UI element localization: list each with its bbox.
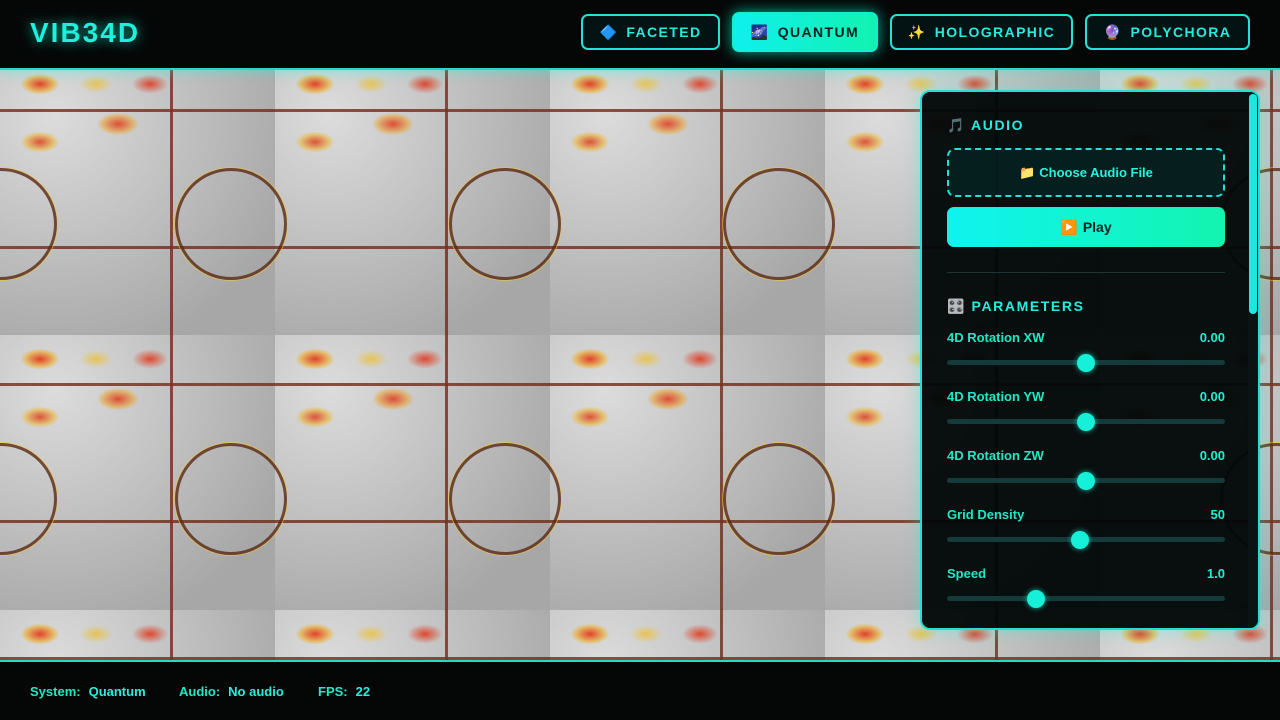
parameters-section-title: 🎛️ PARAMETERS bbox=[947, 298, 1085, 314]
tab-faceted[interactable]: 🔷 FACETED bbox=[581, 14, 720, 50]
param-rotation-xw: 4D Rotation XW 0.00 bbox=[947, 330, 1225, 380]
audio-section-title: 🎵 AUDIO bbox=[947, 117, 1025, 133]
param-grid-density: Grid Density 50 bbox=[947, 507, 1225, 557]
param-label: 4D Rotation XW bbox=[947, 330, 1045, 345]
tab-label: HOLOGRAPHIC bbox=[934, 24, 1056, 40]
lattice-ring bbox=[449, 168, 561, 280]
slider-thumb[interactable] bbox=[1026, 590, 1045, 608]
tab-quantum[interactable]: 🌌 QUANTUM bbox=[732, 12, 878, 52]
slider-thumb[interactable] bbox=[1077, 472, 1095, 490]
lattice-ring bbox=[723, 443, 835, 555]
control-knobs-icon: 🎛️ bbox=[947, 298, 967, 314]
lattice-ring bbox=[175, 168, 287, 280]
section-divider bbox=[947, 272, 1225, 273]
slider-thumb[interactable] bbox=[1077, 413, 1095, 431]
param-value: 0.00 bbox=[1199, 448, 1225, 463]
slider-track[interactable] bbox=[947, 596, 1225, 601]
param-rotation-zw: 4D Rotation ZW 0.00 bbox=[947, 448, 1225, 498]
lattice-ring bbox=[175, 443, 287, 555]
tab-label: QUANTUM bbox=[777, 24, 860, 40]
param-rotation-yw: 4D Rotation YW 0.00 bbox=[947, 389, 1225, 439]
play-button[interactable]: ▶️ Play bbox=[947, 207, 1225, 247]
crystal-ball-icon: 🔮 bbox=[1103, 23, 1123, 40]
param-value: 1.0 bbox=[1206, 566, 1225, 581]
tab-label: POLYCHORA bbox=[1130, 24, 1232, 40]
slider-thumb[interactable] bbox=[1071, 531, 1090, 549]
status-system: System: Quantum bbox=[30, 684, 146, 699]
galaxy-icon: 🌌 bbox=[750, 23, 770, 40]
tab-holographic[interactable]: ✨ HOLOGRAPHIC bbox=[890, 14, 1073, 50]
control-panel: 🎵 AUDIO 📁 Choose Audio File ▶️ Play 🎛️ P… bbox=[920, 90, 1260, 630]
status-fps: FPS: 22 bbox=[318, 684, 371, 699]
lattice-ring bbox=[723, 168, 835, 280]
slider-thumb[interactable] bbox=[1077, 354, 1095, 372]
tab-polychora[interactable]: 🔮 POLYCHORA bbox=[1085, 14, 1250, 50]
param-value: 0.00 bbox=[1199, 389, 1225, 404]
music-note-icon: 🎵 bbox=[947, 117, 967, 133]
param-label: Grid Density bbox=[947, 507, 1025, 522]
param-label: 4D Rotation YW bbox=[947, 389, 1045, 404]
scrollbar-thumb[interactable] bbox=[1249, 94, 1257, 314]
top-bar: VIB34D 🔷 FACETED 🌌 QUANTUM ✨ HOLOGRAPHIC… bbox=[0, 0, 1280, 70]
choose-audio-file-button[interactable]: 📁 Choose Audio File bbox=[947, 148, 1225, 197]
folder-icon: 📁 bbox=[1019, 164, 1036, 180]
status-audio: Audio: No audio bbox=[179, 684, 284, 699]
param-value: 0.00 bbox=[1199, 330, 1225, 345]
panel-scrollbar[interactable] bbox=[1248, 92, 1258, 628]
param-speed: Speed 1.0 bbox=[947, 566, 1225, 616]
play-icon: ▶️ bbox=[1060, 218, 1078, 235]
sparkles-icon: ✨ bbox=[907, 23, 927, 40]
lattice-ring bbox=[449, 443, 561, 555]
param-label: Speed bbox=[947, 566, 987, 581]
param-label: 4D Rotation ZW bbox=[947, 448, 1044, 463]
tab-label: FACETED bbox=[626, 24, 702, 40]
param-value: 50 bbox=[1210, 507, 1225, 522]
diamond-icon: 🔷 bbox=[599, 23, 619, 40]
status-bar: System: Quantum Audio: No audio FPS: 22 bbox=[0, 660, 1280, 720]
app-logo: VIB34D bbox=[30, 17, 141, 48]
